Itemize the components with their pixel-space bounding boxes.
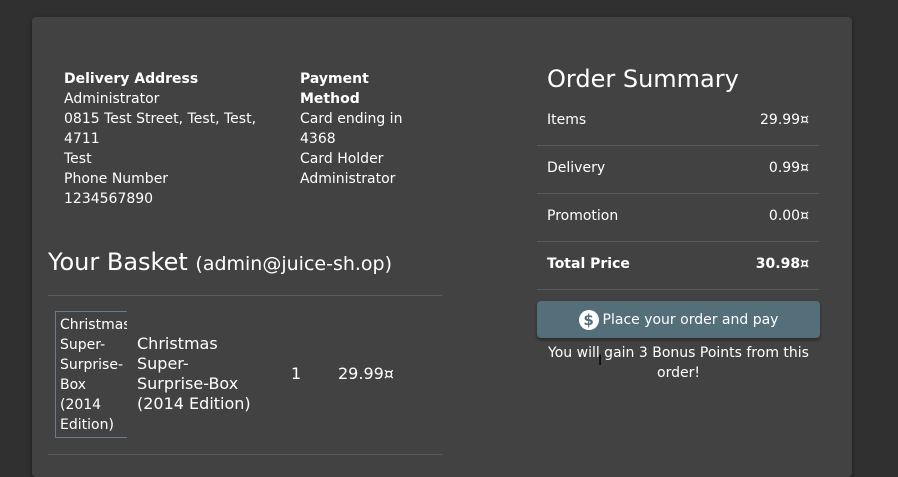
delivery-country: Test bbox=[64, 151, 92, 167]
summary-row-total: Total Price 30.98¤ bbox=[537, 242, 819, 290]
product-name: Christmas Super-Surprise-Box (2014 Editi… bbox=[137, 334, 251, 413]
basket-divider-top bbox=[48, 295, 442, 296]
summary-row-delivery: Delivery 0.99¤ bbox=[537, 146, 819, 194]
summary-items-label: Items bbox=[547, 112, 587, 128]
payment-method-heading: Payment Method bbox=[300, 71, 369, 107]
product-image: Christmas Super-Surprise-Box (2014 Editi… bbox=[55, 311, 127, 438]
basket-title: Your Basket (admin@juice-sh.op) bbox=[48, 246, 392, 280]
product-price: 29.99¤ bbox=[338, 364, 394, 383]
basket-email: (admin@juice-sh.op) bbox=[195, 253, 393, 275]
summary-delivery-value: 0.99¤ bbox=[768, 160, 809, 176]
place-order-label: Place your order and pay bbox=[602, 311, 779, 328]
phone-number: 1234567890 bbox=[64, 191, 154, 207]
delivery-address: Delivery Address Administrator 0815 Test… bbox=[64, 69, 274, 209]
delivery-name: Administrator bbox=[64, 91, 160, 107]
product-quantity: 1 bbox=[291, 364, 302, 383]
phone-label: Phone Number bbox=[64, 171, 169, 187]
summary-row-promotion: Promotion 0.00¤ bbox=[537, 194, 819, 242]
card-holder-name: Administrator bbox=[300, 171, 396, 187]
total-price-value: 30.98¤ bbox=[755, 256, 809, 272]
basket-title-text: Your Basket bbox=[48, 248, 188, 276]
total-price-label: Total Price bbox=[547, 256, 630, 272]
card-ending: Card ending in 4368 bbox=[300, 111, 403, 147]
summary-delivery-label: Delivery bbox=[547, 160, 606, 176]
place-order-button[interactable]: $ Place your order and pay bbox=[537, 301, 820, 338]
bonus-points-text: You will gain 3 Bonus Points from this o… bbox=[548, 345, 809, 381]
summary-promotion-label: Promotion bbox=[547, 208, 619, 224]
order-summary-title: Order Summary bbox=[547, 65, 739, 93]
text-cursor-icon: I bbox=[598, 353, 603, 369]
payment-method: Payment Method Card ending in 4368 Card … bbox=[300, 69, 420, 189]
delivery-street: 0815 Test Street, Test, Test, 4711 bbox=[64, 111, 257, 147]
card-holder-label: Card Holder bbox=[300, 151, 384, 167]
summary-items-value: 29.99¤ bbox=[760, 112, 809, 128]
summary-promotion-value: 0.00¤ bbox=[768, 208, 809, 224]
basket-divider-bottom bbox=[48, 454, 442, 455]
summary-row-items: Items 29.99¤ bbox=[537, 98, 819, 146]
delivery-address-heading: Delivery Address bbox=[64, 71, 199, 87]
dollar-icon: $ bbox=[578, 309, 599, 330]
